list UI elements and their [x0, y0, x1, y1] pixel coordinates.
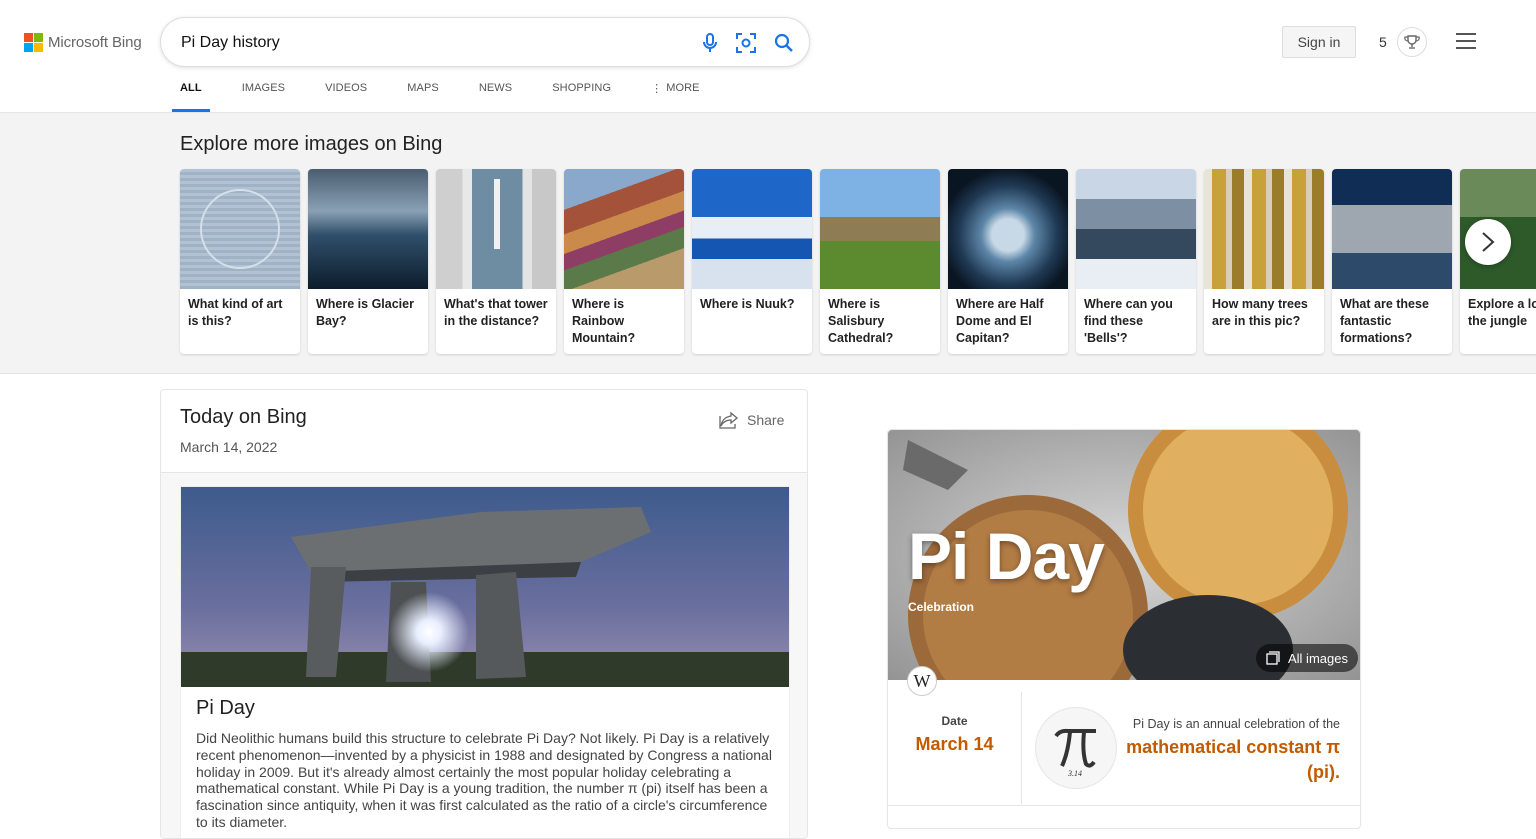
microphone-icon[interactable]	[698, 31, 722, 55]
story-title: Pi Day	[196, 697, 255, 719]
today-image	[181, 487, 789, 687]
images-icon	[1266, 651, 1280, 665]
today-title: Today on Bing	[180, 406, 307, 428]
card-label: What are these fantastic formations?	[1340, 297, 1429, 345]
card-label: Where is Salisbury Cathedral?	[828, 297, 894, 345]
share-button[interactable]: Share	[719, 411, 784, 429]
share-icon	[719, 411, 739, 429]
card-label: Where is Glacier Bay?	[316, 297, 414, 328]
fact-date: Date March 14	[888, 692, 1022, 804]
rewards-trophy-icon[interactable]	[1397, 27, 1427, 57]
today-on-bing-panel: Today on Bing March 14, 2022 Share Pi Da…	[160, 389, 808, 839]
card-image	[180, 169, 300, 289]
card-image	[948, 169, 1068, 289]
today-body: Pi Day Did Neolithic humans build this s…	[161, 473, 807, 838]
tab-more-label: MORE	[666, 82, 700, 94]
explore-card[interactable]: What kind of art is this?	[180, 169, 300, 354]
more-dots-icon: ⋮	[651, 83, 663, 95]
card-label: Explore a lo in the jungle	[1468, 297, 1536, 328]
desc-link[interactable]: mathematical constant π (pi).	[1126, 735, 1340, 785]
explore-title: Explore more images on Bing	[180, 133, 443, 155]
pi-symbol-icon: 3.14	[1036, 708, 1116, 788]
visual-search-icon[interactable]	[734, 31, 758, 55]
entity-facts: Date March 14 3.14 Pi Day is an annual c…	[888, 680, 1360, 806]
rewards-count[interactable]: 5	[1379, 34, 1387, 50]
card-image	[1204, 169, 1324, 289]
card-label: Where is Rainbow Mountain?	[572, 297, 636, 345]
search-input[interactable]	[181, 31, 661, 55]
card-label: How many trees are in this pic?	[1212, 297, 1308, 328]
card-image	[692, 169, 812, 289]
tab-shopping[interactable]: SHOPPING	[552, 82, 611, 112]
tab-maps[interactable]: MAPS	[407, 82, 439, 112]
header: Microsoft Bing Sign in 5 ALL IMAGES VIDE…	[0, 0, 1536, 113]
wikipedia-icon[interactable]: W	[907, 666, 937, 696]
explore-card[interactable]: What's that tower in the distance?	[436, 169, 556, 354]
explore-card[interactable]: Where is Nuuk?	[692, 169, 812, 354]
today-header: Today on Bing March 14, 2022 Share	[161, 390, 807, 473]
desc-small: Pi Day is an annual celebration of the	[1132, 717, 1340, 731]
menu-icon[interactable]	[1456, 33, 1476, 49]
date-label: Date	[941, 714, 968, 728]
card-image	[820, 169, 940, 289]
date-value[interactable]: March 14	[888, 734, 1021, 755]
explore-images-section: Explore more images on Bing What kind of…	[0, 113, 1536, 374]
entity-subtitle: Celebration	[908, 600, 975, 614]
card-label: What kind of art is this?	[188, 297, 283, 328]
explore-card[interactable]: Where is Rainbow Mountain?	[564, 169, 684, 354]
carousel-next-button[interactable]	[1465, 219, 1511, 265]
pi-caption: 3.14	[1067, 769, 1082, 778]
card-image	[564, 169, 684, 289]
card-label: Where is Nuuk?	[700, 297, 795, 311]
entity-hero-image[interactable]: Pi Day Celebration All images	[888, 430, 1360, 680]
card-image	[1076, 169, 1196, 289]
search-icon[interactable]	[772, 31, 796, 55]
card-label: Where can you find these 'Bells'?	[1084, 297, 1173, 345]
tab-news[interactable]: NEWS	[479, 82, 512, 112]
fact-description: Pi Day is an annual celebration of the m…	[1126, 717, 1340, 785]
card-image	[1332, 169, 1452, 289]
explore-card[interactable]: What are these fantastic formations?	[1332, 169, 1452, 354]
tab-images[interactable]: IMAGES	[242, 82, 285, 112]
entity-title: Pi Day	[908, 519, 1105, 593]
story-description: Did Neolithic humans build this structur…	[196, 730, 772, 830]
explore-card[interactable]: How many trees are in this pic?	[1204, 169, 1324, 354]
explore-carousel: What kind of art is this? Where is Glaci…	[180, 169, 1536, 354]
all-images-label: All images	[1288, 650, 1348, 666]
today-date: March 14, 2022	[180, 439, 278, 455]
today-story-card[interactable]: Pi Day Did Neolithic humans build this s…	[180, 486, 790, 838]
search-tabs: ALL IMAGES VIDEOS MAPS NEWS SHOPPING ⋮ M…	[172, 82, 740, 112]
sign-in-button[interactable]: Sign in	[1282, 26, 1356, 58]
logo-text: Microsoft Bing	[48, 33, 142, 51]
card-image	[308, 169, 428, 289]
entity-pane: Pi Day Celebration All images W Date Mar…	[887, 429, 1361, 829]
bing-logo[interactable]: Microsoft Bing	[24, 33, 142, 52]
explore-card[interactable]: Where is Salisbury Cathedral?	[820, 169, 940, 354]
card-label: Where are Half Dome and El Capitan?	[956, 297, 1044, 345]
tab-more[interactable]: ⋮ MORE	[651, 82, 700, 112]
explore-card[interactable]: Where is Glacier Bay?	[308, 169, 428, 354]
share-label: Share	[747, 412, 785, 428]
search-box[interactable]	[160, 17, 810, 67]
card-label: What's that tower in the distance?	[444, 297, 548, 328]
microsoft-logo-icon	[24, 33, 43, 52]
explore-card[interactable]: Where can you find these 'Bells'?	[1076, 169, 1196, 354]
tab-all[interactable]: ALL	[172, 82, 210, 112]
all-images-button[interactable]: All images	[1256, 644, 1358, 672]
tab-videos[interactable]: VIDEOS	[325, 82, 367, 112]
explore-card[interactable]: Where are Half Dome and El Capitan?	[948, 169, 1068, 354]
card-image	[436, 169, 556, 289]
chevron-right-icon	[1482, 232, 1495, 252]
